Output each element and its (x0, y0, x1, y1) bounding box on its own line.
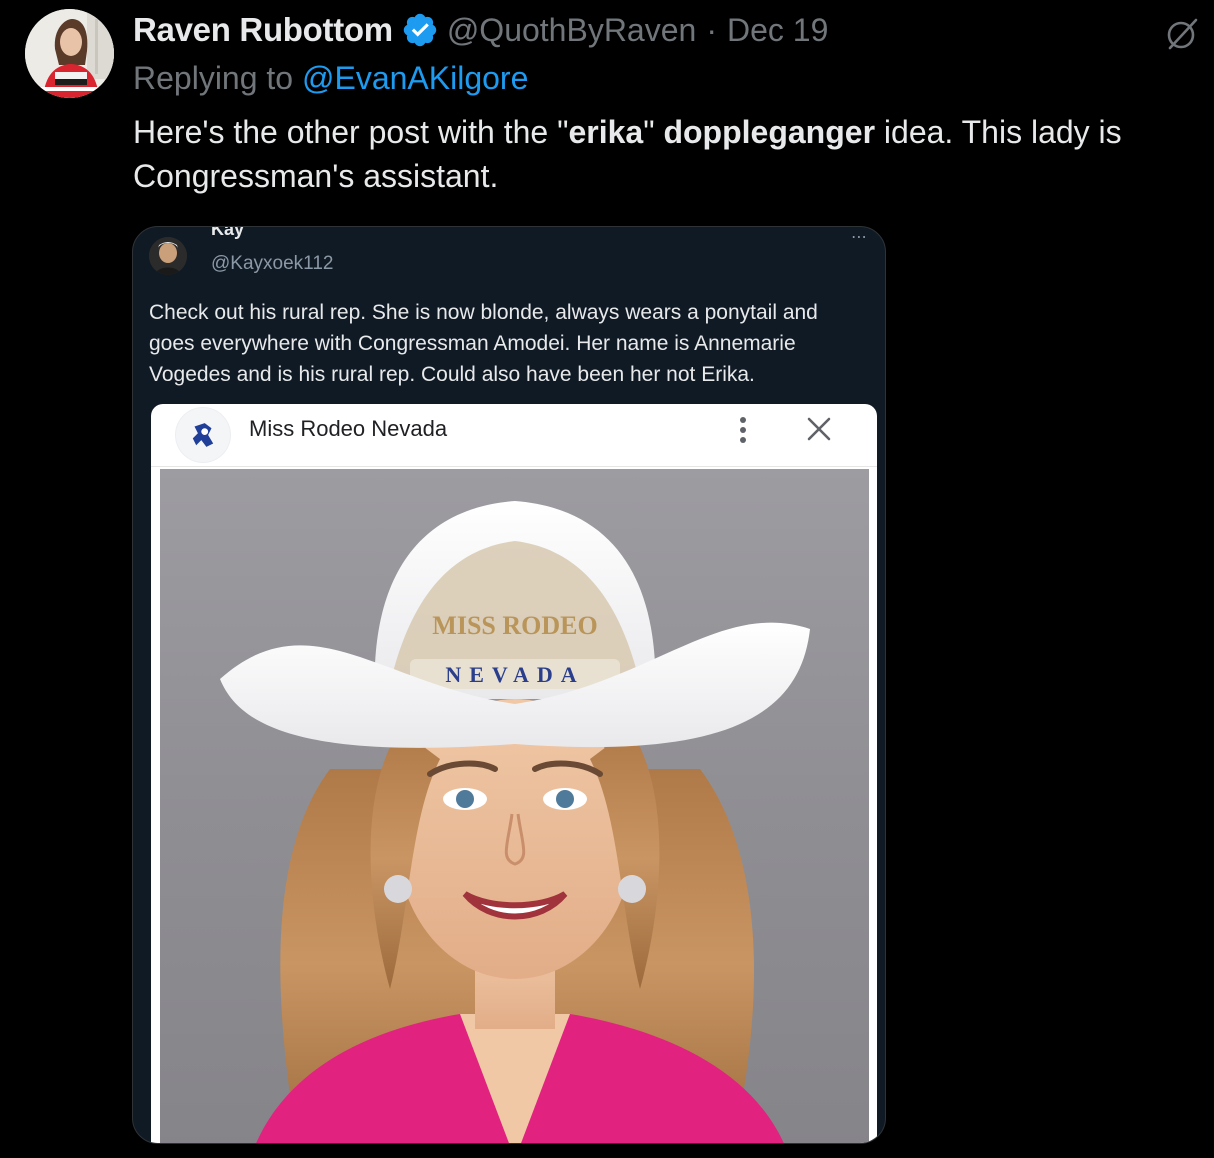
site-title: Miss Rodeo Nevada (249, 416, 448, 441)
grok-icon[interactable] (1164, 16, 1200, 52)
hat-banner-text: NEVADA (445, 662, 584, 687)
rodeo-logo-icon (192, 423, 214, 447)
crown-text: MISS RODEO (432, 611, 597, 640)
author-display-name[interactable]: Raven Rubottom (133, 11, 393, 49)
embedded-post-header: Kay @Kayxoek112 ⋯ (149, 227, 869, 283)
separator-dot: · (706, 11, 717, 48)
author-avatar[interactable] (25, 9, 114, 98)
tweet-text: Here's the other post with the "erika" d… (133, 110, 1208, 198)
embedded-post-text: Check out his rural rep. She is now blon… (149, 301, 818, 386)
tweet-date[interactable]: Dec 19 (727, 12, 828, 49)
embedded-more-icon: ⋯ (851, 229, 869, 246)
verified-badge-icon[interactable] (401, 11, 439, 49)
tweet-text-bold: erika (568, 114, 644, 150)
tweet-text-bold: doppleganger (663, 114, 876, 150)
close-icon (807, 417, 831, 441)
site-logo-icon (176, 408, 230, 462)
phone-screenshot: Miss Rodeo Nevada NEVADA MISS RODEO (151, 404, 877, 1143)
embedded-author-avatar (149, 237, 187, 275)
tweet-text-part: " (643, 114, 664, 150)
attached-image[interactable]: Kay @Kayxoek112 ⋯ Check out his rural re… (132, 226, 886, 1144)
portrait-illustration: NEVADA MISS RODEO (220, 501, 810, 1143)
tweet-header: Raven Rubottom @QuothByRaven · Dec 19 (133, 8, 828, 52)
replying-to-line: Replying to @EvanAKilgore (133, 60, 528, 97)
kebab-menu-icon (740, 417, 746, 443)
tweet-text-part: Here's the other post with the " (133, 114, 569, 150)
replying-to-prefix: Replying to (133, 60, 302, 96)
embedded-author-name: Kay (211, 226, 245, 239)
author-avatar-image (25, 9, 114, 98)
browser-bar: Miss Rodeo Nevada (151, 404, 877, 467)
embedded-avatar-image (149, 237, 187, 275)
replying-to-link[interactable]: @EvanAKilgore (302, 60, 528, 96)
rodeo-queen-photo: NEVADA MISS RODEO (160, 469, 869, 1143)
author-handle[interactable]: @QuothByRaven (447, 12, 697, 49)
tweet: Raven Rubottom @QuothByRaven · Dec 19 Re… (0, 0, 1214, 1158)
embedded-author-handle: @Kayxoek112 (211, 253, 334, 274)
